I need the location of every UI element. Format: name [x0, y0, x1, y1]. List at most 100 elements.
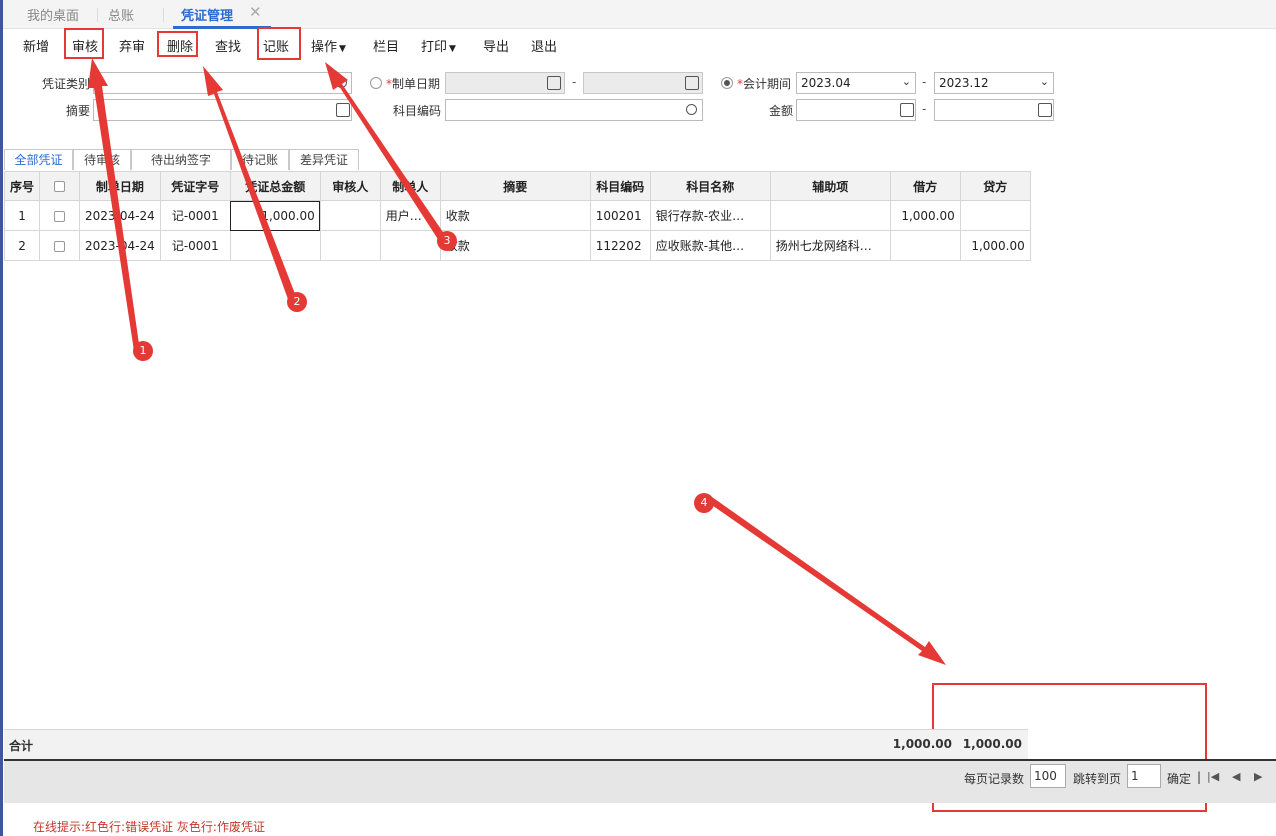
cell-aux: 扬州七龙网络科… [769, 230, 891, 261]
cell-account-name: 银行存款-农业… [649, 200, 771, 231]
col-header[interactable]: 辅助项 [769, 171, 891, 201]
cell-maker [379, 230, 441, 261]
calculator-icon[interactable] [900, 103, 914, 117]
calculator-icon[interactable] [1038, 103, 1052, 117]
annotation-box-post [257, 27, 301, 60]
page-size-input[interactable]: 100 [1030, 764, 1066, 788]
confirm-button[interactable]: 确定 [1167, 770, 1191, 787]
cell-voucher-no[interactable]: 记-0001 [159, 200, 231, 231]
row-checkbox[interactable] [54, 210, 66, 222]
period-to-value: 2023.12 [939, 76, 989, 90]
tab-voucher-management[interactable]: 凭证管理 [181, 5, 233, 24]
subtab-pending-cashier[interactable]: 待出纳签字 [131, 149, 231, 170]
amount-label: 金额 [768, 104, 793, 118]
cell-select[interactable] [39, 230, 81, 261]
summary-input[interactable] [93, 99, 352, 121]
chevron-down-icon: ⌄ [1039, 75, 1049, 88]
annotation-box-audit [64, 28, 104, 59]
print-label: 打印 [421, 40, 448, 55]
cell-seq: 1 [3, 200, 41, 231]
print-menu-button[interactable]: 打印 ▼ [421, 36, 456, 55]
cell-select[interactable] [39, 200, 81, 231]
totals-row: 合计 1,000.00 1,000.00 [4, 729, 1028, 759]
select-all-checkbox[interactable] [54, 181, 66, 192]
cell-total[interactable] [229, 230, 321, 261]
calendar-icon[interactable] [685, 76, 699, 90]
col-header-select-all[interactable] [39, 171, 81, 201]
cell-date: 2023-04-24 [79, 200, 161, 231]
period-from-select[interactable]: 2023.04 ⌄ [796, 72, 916, 94]
period-to-select[interactable]: 2023.12 ⌄ [934, 72, 1054, 94]
calendar-icon[interactable] [547, 76, 561, 90]
export-button[interactable]: 导出 [483, 36, 509, 55]
make-date-radio[interactable] [370, 77, 382, 89]
period-label: *会计期间 [737, 77, 792, 91]
cell-maker: 用户… [379, 200, 441, 231]
search-icon[interactable] [336, 77, 347, 88]
totals-debit: 1,000.00 [892, 737, 952, 751]
jump-label: 跳转到页 [1073, 772, 1122, 786]
tab-separator [163, 8, 164, 22]
col-header[interactable]: 序号 [3, 171, 41, 201]
cell-total[interactable]: 1,000.00 [229, 200, 321, 231]
table-row[interactable]: 2 2023-04-24 记-0001 收款 112202 应收账款-其他… 扬… [3, 230, 1031, 261]
cell-date: 2023-04-24 [79, 230, 161, 261]
cell-summary: 收款 [439, 200, 591, 231]
subtab-pending-post[interactable]: 待记账 [231, 149, 289, 170]
cell-voucher-no[interactable]: 记-0001 [159, 230, 231, 261]
marker-2: 2 [287, 292, 307, 312]
range-dash: - [922, 75, 927, 89]
abandon-audit-button[interactable]: 弃审 [119, 36, 145, 55]
col-header[interactable]: 制单日期 [79, 171, 161, 201]
search-icon[interactable] [686, 104, 697, 115]
voucher-table: 序号 制单日期 凭证字号 凭证总金额 审核人 制单人 摘要 科目编码 科目名称 … [3, 171, 1031, 261]
col-header[interactable]: 凭证总金额 [229, 171, 321, 201]
cell-summary: 收款 [439, 230, 591, 261]
page-number-input[interactable]: 1 [1127, 764, 1161, 788]
subtab-difference[interactable]: 差异凭证 [289, 149, 359, 170]
annotation-box-delete [157, 31, 198, 57]
operate-label: 操作 [311, 40, 338, 55]
subtab-all[interactable]: 全部凭证 [4, 149, 73, 170]
account-code-input[interactable] [445, 99, 703, 121]
col-header[interactable]: 审核人 [319, 171, 381, 201]
col-header[interactable]: 借方 [889, 171, 961, 201]
pager-separator: | [1197, 770, 1202, 784]
col-header[interactable]: 科目名称 [649, 171, 771, 201]
amount-to-input[interactable] [934, 99, 1054, 121]
col-header[interactable]: 摘要 [439, 171, 591, 201]
left-edge-strip [0, 0, 3, 836]
table-row[interactable]: 1 2023-04-24 记-0001 1,000.00 用户… 收款 1002… [3, 200, 1031, 231]
close-icon[interactable]: ✕ [249, 3, 262, 21]
tab-desktop[interactable]: 我的桌面 [27, 5, 79, 24]
tab-general-ledger[interactable]: 总账 [108, 5, 134, 24]
operate-menu-button[interactable]: 操作 ▼ [311, 36, 346, 55]
cell-aux [769, 200, 891, 231]
first-page-icon[interactable]: |◀ [1207, 770, 1219, 783]
arrow-4 [706, 497, 946, 665]
columns-button[interactable]: 栏目 [373, 36, 399, 55]
col-header[interactable]: 科目编码 [589, 171, 651, 201]
prev-page-icon[interactable]: ◀ [1232, 770, 1240, 783]
chevron-down-icon: ⌄ [901, 75, 911, 88]
online-hint: 在线提示:红色行:错误凭证 灰色行:作废凭证 [33, 820, 265, 834]
period-radio[interactable] [721, 77, 733, 89]
range-dash: - [922, 102, 927, 116]
col-header[interactable]: 凭证字号 [159, 171, 231, 201]
col-header[interactable]: 制单人 [379, 171, 441, 201]
find-button[interactable]: 查找 [215, 36, 241, 55]
range-dash: - [572, 75, 577, 89]
next-page-icon[interactable]: ▶ [1254, 770, 1262, 783]
cell-seq: 2 [3, 230, 41, 261]
subtab-pending-audit[interactable]: 待审核 [73, 149, 131, 170]
cell-account-name: 应收账款-其他… [649, 230, 771, 261]
add-button[interactable]: 新增 [23, 36, 49, 55]
exit-button[interactable]: 退出 [531, 36, 557, 55]
row-checkbox[interactable] [54, 240, 66, 252]
col-header[interactable]: 贷方 [959, 171, 1031, 201]
make-date-label: *制单日期 [386, 77, 441, 91]
cell-auditor [319, 200, 381, 231]
lookup-icon[interactable] [336, 103, 350, 117]
voucher-type-input[interactable] [93, 72, 352, 94]
amount-from-input[interactable] [796, 99, 916, 121]
